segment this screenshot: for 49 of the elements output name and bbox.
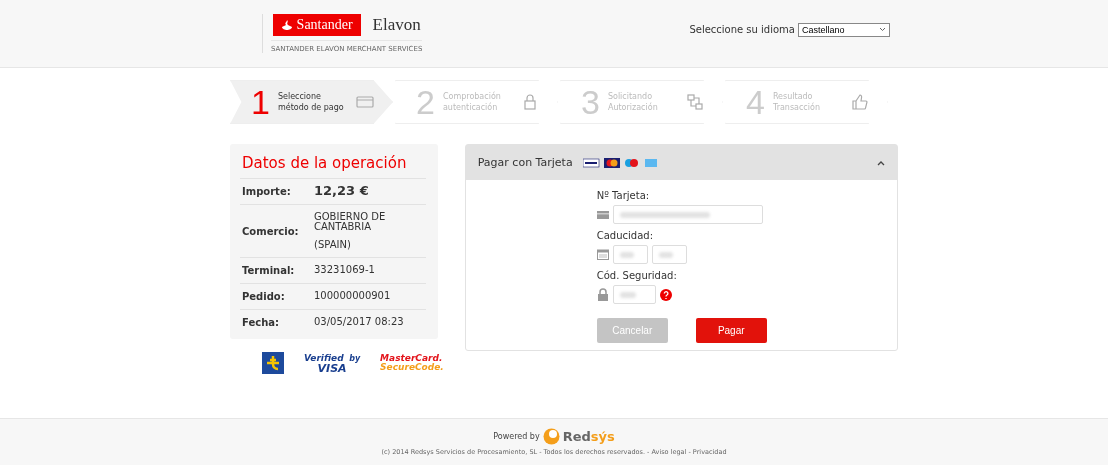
expiry-month-field[interactable]	[612, 245, 648, 264]
field-value: 33231069-1	[314, 265, 376, 275]
step-label: Solicitando Autorización	[607, 91, 659, 113]
field-label: Fecha:	[242, 317, 280, 328]
language-select[interactable]: Castellano	[798, 22, 890, 37]
powered-by-label: Powered by	[493, 432, 540, 441]
redsys-wordmark: Redsýs	[562, 429, 615, 444]
expiry-year-field[interactable]	[651, 245, 687, 264]
help-icon[interactable]	[659, 288, 672, 301]
card-number-label: Nº Tarjeta:	[596, 190, 651, 201]
step-label: Resultado Transacción	[772, 91, 821, 113]
lock-icon	[596, 288, 609, 301]
thumbs-up-icon	[850, 93, 869, 111]
chevron-down-icon	[879, 27, 886, 32]
calendar-icon	[596, 249, 609, 260]
pay-button[interactable]: Pagar	[695, 318, 767, 343]
field-value: 12,23 €	[314, 186, 370, 196]
operation-title: Datos de la operación	[240, 152, 426, 179]
field-value: 03/05/2017 08:23	[314, 317, 405, 327]
elavon-logo: Elavon	[372, 15, 421, 35]
verified-by-visa-logo: Verified by VISA	[304, 352, 361, 374]
exchange-icon	[685, 93, 704, 111]
mastercard-securecode-logo: MasterCard. SecureCode.	[380, 353, 444, 372]
step-label: Seleccione método de pago	[277, 91, 345, 113]
field-label: Pedido:	[242, 291, 286, 302]
field-value: 100000000901	[314, 291, 392, 301]
bank-logo-icon	[262, 351, 284, 374]
field-label: Importe:	[242, 186, 292, 197]
step-label: Comprobación autenticación	[442, 91, 502, 113]
field-value: (SPAIN)	[314, 240, 352, 250]
payment-header[interactable]: Pagar con Tarjeta	[465, 145, 897, 180]
security-code-field[interactable]	[612, 285, 656, 304]
step-number: 1	[251, 82, 270, 122]
santander-logo: Santander	[272, 14, 361, 36]
blurred-value	[619, 291, 636, 298]
redsys-logo-icon	[542, 428, 560, 445]
language-label: Seleccione su idioma	[689, 24, 795, 35]
payment-title: Pagar con Tarjeta	[477, 156, 573, 169]
chevron-up-icon[interactable]	[876, 159, 885, 166]
field-label: Terminal:	[242, 265, 296, 276]
blurred-value	[658, 251, 673, 258]
field-label: Comercio:	[242, 225, 300, 237]
blurred-value	[619, 251, 634, 258]
expiry-label: Caducidad:	[596, 230, 654, 241]
field-value: GOBIERNO DE CANTABRIA	[314, 212, 387, 232]
card-icon	[596, 210, 609, 219]
card-number-field[interactable]	[612, 205, 763, 224]
security-code-label: Cód. Seguridad:	[596, 270, 678, 281]
credit-card-icon	[355, 93, 374, 111]
